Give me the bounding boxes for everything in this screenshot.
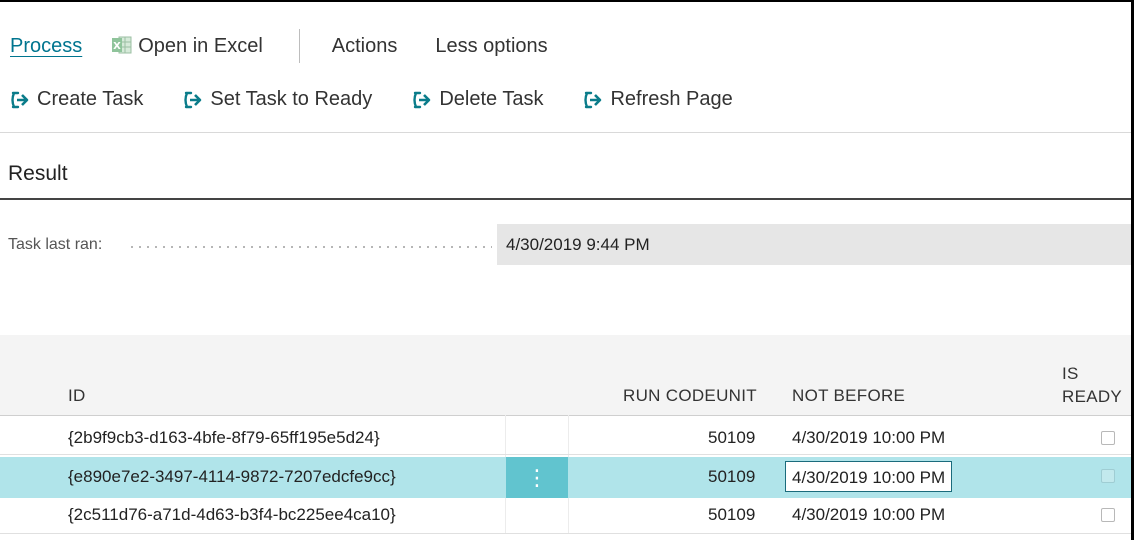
refresh-page-button[interactable]: Refresh Page (583, 88, 733, 111)
svg-text:X: X (113, 41, 121, 52)
more-vertical-icon: ⋮ (526, 464, 548, 490)
grid-bottom-line (0, 533, 1131, 534)
create-task-label: Create Task (37, 88, 144, 110)
open-in-excel-button[interactable]: X Open in Excel (112, 35, 263, 58)
set-task-ready-label: Set Task to Ready (210, 88, 373, 110)
tab-process[interactable]: Process (10, 35, 82, 58)
open-in-excel-label: Open in Excel (138, 34, 263, 57)
grid-header-divider (0, 415, 1131, 416)
action-bar-tabs: Process X Open in Excel Actions Less opt… (10, 29, 586, 63)
cell-not-before-focused[interactable]: 4/30/2019 10:00 PM (785, 461, 953, 492)
delete-task-button[interactable]: Delete Task (412, 88, 543, 111)
cell-not-before[interactable]: 4/30/2019 10:00 PM (792, 428, 945, 448)
refresh-page-label: Refresh Page (610, 88, 733, 110)
arrow-right-icon (10, 90, 30, 110)
column-header-id[interactable]: ID (68, 386, 86, 406)
task-last-ran-value: 4/30/2019 9:44 PM (497, 224, 1131, 265)
arrow-right-icon (583, 90, 603, 110)
section-divider (0, 198, 1131, 200)
arrow-right-icon (412, 90, 432, 110)
action-list: Create Task Set Task to Ready Delete Tas… (10, 88, 773, 111)
field-leader-dots (128, 246, 492, 248)
delete-task-label: Delete Task (439, 88, 544, 110)
column-header-not-before[interactable]: NOT BEFORE (792, 386, 905, 406)
cell-not-before[interactable]: 4/30/2019 10:00 PM (792, 505, 945, 525)
table-row[interactable]: {2b9f9cb3-d163-4bfe-8f79-65ff195e5d24} 5… (0, 424, 1131, 455)
page-frame: Process X Open in Excel Actions Less opt… (0, 0, 1134, 540)
cell-id[interactable]: {2c511d76-a71d-4d63-b3f4-bc225ee4ca10} (68, 505, 396, 525)
grid-header (0, 335, 1131, 415)
set-task-ready-button[interactable]: Set Task to Ready (183, 88, 372, 111)
column-header-is-ready[interactable]: IS READY (1062, 362, 1122, 408)
is-ready-checkbox[interactable] (1101, 431, 1115, 445)
table-row[interactable]: {2c511d76-a71d-4d63-b3f4-bc225ee4ca10} 5… (0, 501, 1131, 532)
is-ready-checkbox[interactable] (1101, 469, 1115, 483)
column-header-is-ready-line2: READY (1062, 387, 1123, 406)
cell-run-codeunit[interactable]: 50109 (708, 428, 755, 448)
cell-id[interactable]: {2b9f9cb3-d163-4bfe-8f79-65ff195e5d24} (68, 428, 380, 448)
cell-run-codeunit[interactable]: 50109 (708, 505, 755, 525)
column-header-is-ready-line1: IS (1062, 364, 1079, 383)
create-task-button[interactable]: Create Task (10, 88, 143, 111)
section-title: Result (8, 162, 68, 185)
tab-actions[interactable]: Actions (332, 35, 398, 58)
cell-id[interactable]: {e890e7e2-3497-4114-9872-7207edcfe9cc} (68, 467, 396, 487)
tab-divider (298, 29, 300, 63)
less-options-button[interactable]: Less options (435, 35, 547, 58)
is-ready-checkbox[interactable] (1101, 508, 1115, 522)
excel-icon: X (112, 36, 132, 54)
cell-run-codeunit[interactable]: 50109 (708, 467, 755, 487)
divider (0, 132, 1131, 133)
column-header-run-codeunit[interactable]: RUN CODEUNIT (623, 386, 757, 406)
table-row-selected[interactable]: {e890e7e2-3497-4114-9872-7207edcfe9cc} ⋮… (0, 457, 1131, 498)
task-last-ran-label: Task last ran: (8, 236, 103, 253)
row-actions-button[interactable]: ⋮ (506, 457, 568, 498)
arrow-right-icon (183, 90, 203, 110)
